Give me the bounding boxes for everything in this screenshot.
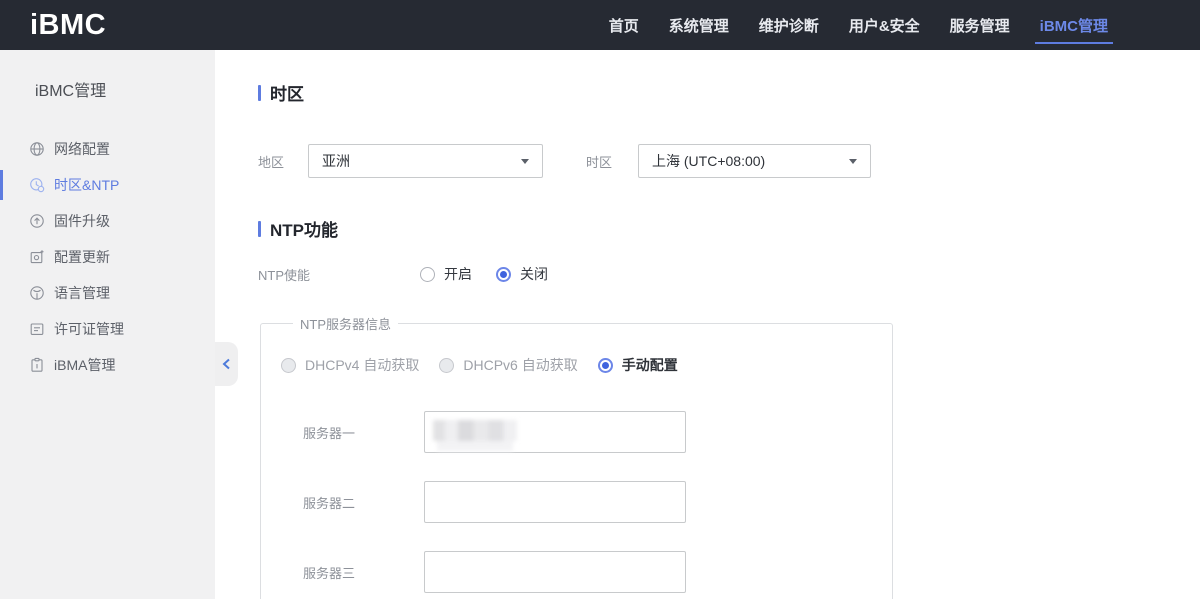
timezone-section-title: 时区 xyxy=(270,80,304,105)
dhcpv4-auto-label: DHCPv4 自动获取 xyxy=(305,355,419,375)
sidebar-item-config-update[interactable]: 配置更新 xyxy=(0,239,215,275)
radio-disabled-icon xyxy=(281,358,296,373)
nav-item-maintenance[interactable]: 维护诊断 xyxy=(759,0,819,50)
section-accent-bar xyxy=(258,221,261,237)
sidebar: iBMC管理 网络配置 时区&NTP xyxy=(0,50,215,599)
server-three-label: 服务器三 xyxy=(303,563,424,582)
server-two-input[interactable] xyxy=(424,481,686,523)
radio-checked-icon[interactable] xyxy=(598,358,613,373)
dhcpv6-auto-label: DHCPv6 自动获取 xyxy=(463,355,577,375)
sidebar-item-label: 配置更新 xyxy=(54,247,110,267)
sidebar-menu: 网络配置 时区&NTP 固件升级 xyxy=(0,131,215,383)
ntp-section-title: NTP功能 xyxy=(270,216,338,241)
timezone-select-value: 上海 (UTC+08:00) xyxy=(652,151,765,171)
sidebar-item-language[interactable]: 语言管理 xyxy=(0,275,215,311)
sidebar-item-label: 网络配置 xyxy=(54,139,110,159)
ntp-server-group: NTP服务器信息 DHCPv4 自动获取 DHCPv6 自动获取 手动配置 服务… xyxy=(260,314,893,599)
chevron-down-icon xyxy=(521,159,529,164)
server-one-input[interactable] xyxy=(424,411,686,453)
timezone-section-header: 时区 xyxy=(258,80,1200,105)
timezone-label: 时区 xyxy=(586,152,638,171)
server-two-row: 服务器二 xyxy=(281,481,892,523)
ntp-server-mode-row: DHCPv4 自动获取 DHCPv6 自动获取 手动配置 xyxy=(281,355,892,375)
timezone-select[interactable]: 上海 (UTC+08:00) xyxy=(638,144,871,178)
region-select-value: 亚洲 xyxy=(322,151,350,171)
sidebar-item-firmware-upgrade[interactable]: 固件升级 xyxy=(0,203,215,239)
sidebar-item-license[interactable]: 许可证管理 xyxy=(0,311,215,347)
sidebar-item-network-config[interactable]: 网络配置 xyxy=(0,131,215,167)
server-one-label: 服务器一 xyxy=(303,423,424,442)
radio-disabled-icon xyxy=(439,358,454,373)
ntp-enable-off-label: 关闭 xyxy=(520,264,548,284)
sidebar-item-label: 语言管理 xyxy=(54,283,110,303)
server-two-label: 服务器二 xyxy=(303,493,424,512)
region-select[interactable]: 亚洲 xyxy=(308,144,543,178)
app-logo: iBMC xyxy=(30,9,106,42)
sidebar-title: iBMC管理 xyxy=(35,77,215,101)
language-icon xyxy=(29,285,45,301)
nav-item-service[interactable]: 服务管理 xyxy=(950,0,1010,50)
nav-item-user-security[interactable]: 用户&安全 xyxy=(849,0,920,50)
firmware-upgrade-icon xyxy=(29,213,45,229)
nav-item-home[interactable]: 首页 xyxy=(609,0,639,50)
chevron-left-icon xyxy=(222,358,231,370)
chevron-down-icon xyxy=(849,159,857,164)
sidebar-item-label: 时区&NTP xyxy=(54,175,119,195)
timezone-icon xyxy=(29,177,45,193)
top-navbar: iBMC 首页 系统管理 维护诊断 用户&安全 服务管理 iBMC管理 xyxy=(0,0,1200,50)
ibma-icon xyxy=(29,357,45,373)
timezone-form-row: 地区 亚洲 时区 上海 (UTC+08:00) xyxy=(258,144,1200,178)
server-one-row: 服务器一 xyxy=(281,411,892,453)
server-three-row: 服务器三 xyxy=(281,551,892,593)
ntp-enable-label: NTP使能 xyxy=(258,265,420,284)
manual-config-label: 手动配置 xyxy=(622,355,678,375)
sidebar-collapse-button[interactable] xyxy=(215,342,238,386)
radio-unchecked-icon[interactable] xyxy=(420,267,435,282)
sidebar-item-ibma[interactable]: iBMA管理 xyxy=(0,347,215,383)
sidebar-item-label: iBMA管理 xyxy=(54,355,115,375)
dhcpv4-auto-option: DHCPv4 自动获取 xyxy=(281,355,419,375)
sidebar-item-timezone-ntp[interactable]: 时区&NTP xyxy=(0,167,215,203)
network-icon xyxy=(29,141,45,157)
config-update-icon xyxy=(29,249,45,265)
ntp-section-header: NTP功能 xyxy=(258,216,1200,241)
license-icon xyxy=(29,321,45,337)
ntp-server-group-legend: NTP服务器信息 xyxy=(293,314,398,333)
server-three-input[interactable] xyxy=(424,551,686,593)
section-accent-bar xyxy=(258,85,261,101)
radio-checked-icon[interactable] xyxy=(496,267,511,282)
nav-item-system[interactable]: 系统管理 xyxy=(669,0,729,50)
main-content: 时区 地区 亚洲 时区 上海 (UTC+08:00) NTP功能 NTP使能 开… xyxy=(215,50,1200,599)
ntp-enable-on-label: 开启 xyxy=(444,264,472,284)
page-layout: iBMC管理 网络配置 时区&NTP xyxy=(0,50,1200,599)
sidebar-item-label: 固件升级 xyxy=(54,211,110,231)
top-nav-menu: 首页 系统管理 维护诊断 用户&安全 服务管理 iBMC管理 xyxy=(609,0,1108,50)
sidebar-item-label: 许可证管理 xyxy=(54,319,124,339)
dhcpv6-auto-option: DHCPv6 自动获取 xyxy=(439,355,577,375)
ntp-enable-row: NTP使能 开启 关闭 xyxy=(258,264,1200,284)
region-label: 地区 xyxy=(258,152,308,171)
nav-item-ibmc-management[interactable]: iBMC管理 xyxy=(1040,0,1108,50)
manual-config-option[interactable]: 手动配置 xyxy=(598,355,678,375)
ntp-enable-on-option[interactable]: 开启 xyxy=(420,264,472,284)
ntp-enable-off-option[interactable]: 关闭 xyxy=(496,264,548,284)
